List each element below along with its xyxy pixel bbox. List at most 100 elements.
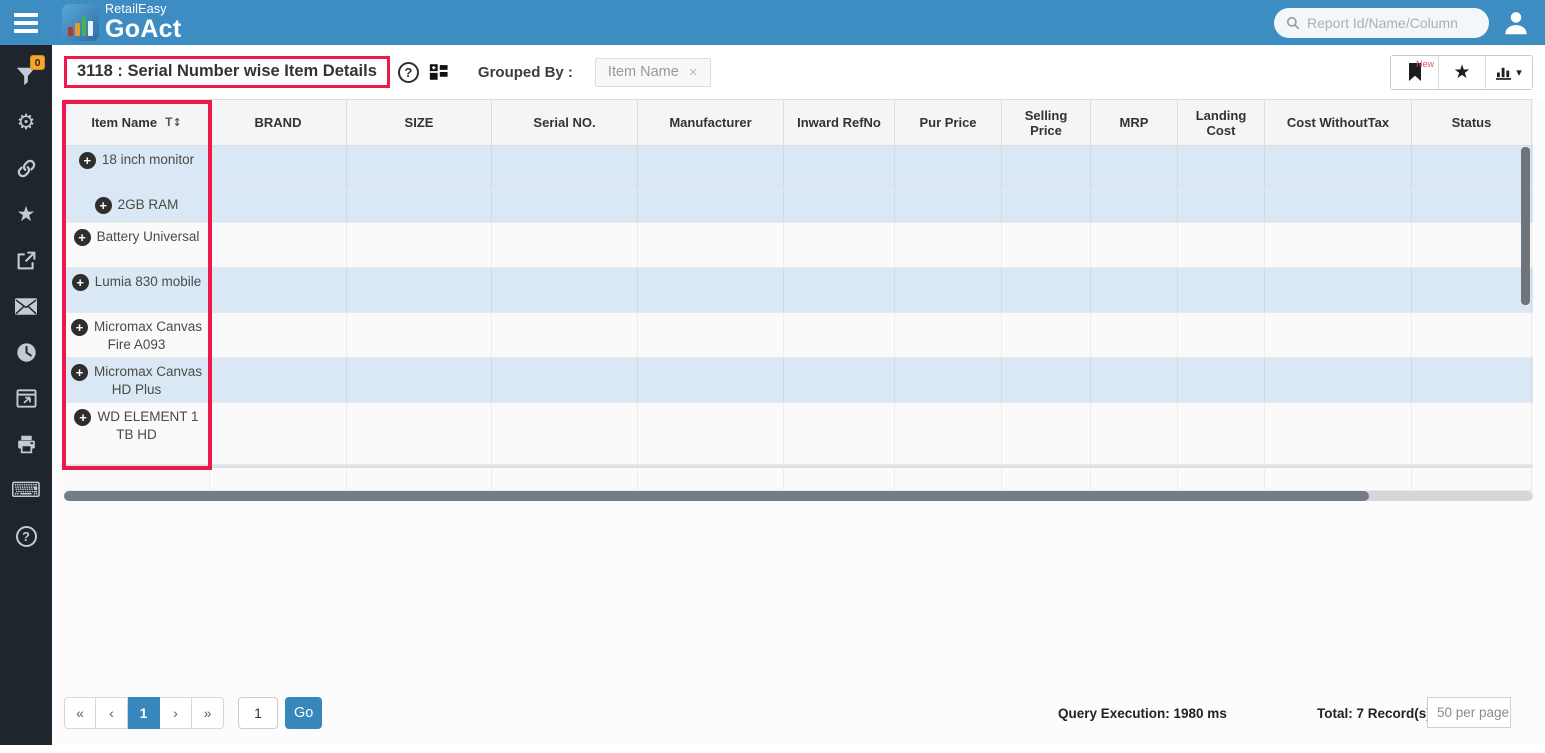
report-actions: New ★ ▾ bbox=[1390, 55, 1533, 90]
horizontal-scrollbar-thumb[interactable] bbox=[64, 491, 1369, 501]
table-row: + Battery Universal bbox=[64, 223, 1533, 268]
column-header-selling-price[interactable]: Selling Price bbox=[1002, 100, 1091, 145]
sidebar-favorites-icon[interactable]: ★ bbox=[0, 191, 52, 237]
search-input[interactable] bbox=[1307, 15, 1477, 31]
sidebar-help-icon[interactable]: ? bbox=[0, 513, 52, 559]
empty-cell bbox=[1178, 191, 1265, 222]
horizontal-scrollbar[interactable] bbox=[64, 491, 1533, 501]
expand-row-icon[interactable]: + bbox=[95, 197, 112, 214]
empty-cell bbox=[784, 268, 895, 312]
table-row: +18 inch monitor bbox=[64, 146, 1533, 191]
next-page-button[interactable]: › bbox=[160, 697, 192, 729]
column-header-brand[interactable]: BRAND bbox=[210, 100, 347, 145]
column-header-item-name[interactable]: Item NameT↕ bbox=[64, 100, 210, 145]
column-layout-icon[interactable] bbox=[429, 63, 448, 81]
empty-cell bbox=[492, 403, 638, 464]
empty-cell bbox=[895, 358, 1002, 402]
brand-name-main: GoAct bbox=[105, 17, 182, 42]
favorite-button[interactable]: ★ bbox=[1438, 56, 1485, 89]
bookmark-new-button[interactable]: New bbox=[1391, 56, 1438, 89]
expand-row-icon[interactable]: + bbox=[74, 409, 91, 426]
sort-alpha-icon[interactable]: T↕ bbox=[165, 115, 182, 130]
empty-cell bbox=[1091, 146, 1178, 190]
empty-cell bbox=[1412, 191, 1532, 222]
column-header-status[interactable]: Status bbox=[1412, 100, 1532, 145]
user-profile-icon[interactable] bbox=[1501, 8, 1531, 38]
empty-cell bbox=[1412, 146, 1532, 190]
bar-chart-icon bbox=[1496, 65, 1513, 80]
item-name-cell[interactable]: + Micromax Canvas Fire A093 bbox=[64, 313, 210, 357]
sidebar-keyboard-icon[interactable]: ⌨ bbox=[0, 467, 52, 513]
empty-cell bbox=[1265, 403, 1412, 464]
column-header-landing-cost[interactable]: Landing Cost bbox=[1178, 100, 1265, 145]
sidebar-print-icon[interactable] bbox=[0, 421, 52, 467]
table-row: +Lumia 830 mobile bbox=[64, 268, 1533, 313]
chart-view-button[interactable]: ▾ bbox=[1485, 56, 1532, 89]
empty-cell bbox=[895, 268, 1002, 312]
report-help-icon[interactable]: ? bbox=[398, 62, 419, 83]
empty-cell bbox=[1178, 268, 1265, 312]
item-name-text: Micromax Canvas Fire A093 bbox=[94, 319, 202, 352]
sidebar-share-icon[interactable] bbox=[0, 237, 52, 283]
app-logo: RetailEasy GoAct bbox=[62, 3, 182, 42]
empty-cell bbox=[1002, 223, 1091, 267]
grouped-by-label: Grouped By : bbox=[478, 64, 573, 81]
go-button[interactable]: Go bbox=[285, 697, 322, 729]
empty-cell bbox=[638, 403, 784, 464]
column-header-mrp[interactable]: MRP bbox=[1091, 100, 1178, 145]
current-page-button[interactable]: 1 bbox=[128, 697, 160, 729]
expand-row-icon[interactable]: + bbox=[71, 364, 88, 381]
empty-cell bbox=[492, 223, 638, 267]
empty-cell bbox=[492, 268, 638, 312]
column-header-size[interactable]: SIZE bbox=[347, 100, 492, 145]
empty-cell bbox=[784, 191, 895, 222]
table-row: +WD ELEMENT 1 TB HD bbox=[64, 403, 1533, 465]
menu-icon[interactable] bbox=[0, 0, 52, 45]
empty-cell bbox=[1265, 146, 1412, 190]
report-search[interactable] bbox=[1274, 8, 1489, 38]
expand-row-icon[interactable]: + bbox=[71, 319, 88, 336]
remove-group-icon[interactable]: × bbox=[689, 64, 698, 81]
empty-cell bbox=[895, 146, 1002, 190]
sidebar-settings-icon[interactable]: ⚙ bbox=[0, 99, 52, 145]
expand-row-icon[interactable]: + bbox=[79, 152, 96, 169]
sidebar-link-icon[interactable] bbox=[0, 145, 52, 191]
item-name-cell[interactable]: +Lumia 830 mobile bbox=[64, 268, 210, 312]
empty-cell bbox=[347, 146, 492, 190]
bottom-bar: « ‹ 1 › » Go Query Execution: 1980 ms To… bbox=[64, 697, 1534, 731]
group-tag-label: Item Name bbox=[608, 64, 679, 80]
column-header-inward-refno[interactable]: Inward RefNo bbox=[784, 100, 895, 145]
vertical-scrollbar-thumb[interactable] bbox=[1521, 147, 1530, 305]
empty-cell bbox=[492, 191, 638, 222]
item-name-cell[interactable]: +2GB RAM bbox=[64, 191, 210, 222]
prev-page-button[interactable]: ‹ bbox=[96, 697, 128, 729]
column-header-pur-price[interactable]: Pur Price bbox=[895, 100, 1002, 145]
last-page-button[interactable]: » bbox=[192, 697, 224, 729]
empty-cell bbox=[1412, 313, 1532, 357]
item-name-cell[interactable]: + Battery Universal bbox=[64, 223, 210, 267]
empty-cell bbox=[895, 191, 1002, 222]
sidebar-mail-icon[interactable] bbox=[0, 283, 52, 329]
expand-row-icon[interactable]: + bbox=[74, 229, 91, 246]
empty-cell bbox=[1002, 358, 1091, 402]
item-name-cell[interactable]: +WD ELEMENT 1 TB HD bbox=[64, 403, 210, 464]
empty-cell bbox=[784, 223, 895, 267]
item-name-cell[interactable]: +Micromax Canvas HD Plus bbox=[64, 358, 210, 402]
column-header-manufacturer[interactable]: Manufacturer bbox=[638, 100, 784, 145]
empty-cell bbox=[492, 313, 638, 357]
sidebar-schedule-icon[interactable] bbox=[0, 329, 52, 375]
first-page-button[interactable]: « bbox=[64, 697, 96, 729]
column-header-serial-no-[interactable]: Serial NO. bbox=[492, 100, 638, 145]
column-header-cost-withouttax[interactable]: Cost WithoutTax bbox=[1265, 100, 1412, 145]
sidebar-export-window-icon[interactable] bbox=[0, 375, 52, 421]
sidebar-filter-icon[interactable]: 0 bbox=[0, 53, 52, 99]
group-tag-item-name[interactable]: Item Name × bbox=[595, 58, 711, 87]
empty-cell bbox=[210, 268, 347, 312]
item-name-cell[interactable]: +18 inch monitor bbox=[64, 146, 210, 190]
per-page-select[interactable]: 50 per page bbox=[1427, 697, 1511, 728]
empty-cell bbox=[492, 146, 638, 190]
item-name-text: Battery Universal bbox=[97, 229, 200, 244]
expand-row-icon[interactable]: + bbox=[72, 274, 89, 291]
empty-cell bbox=[1412, 403, 1532, 464]
page-number-input[interactable] bbox=[238, 697, 278, 729]
